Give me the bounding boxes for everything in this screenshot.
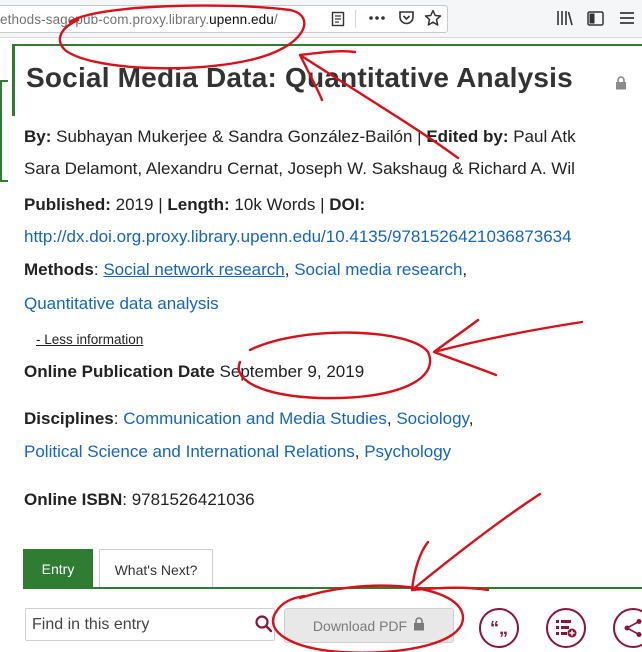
pocket-icon[interactable] (397, 9, 415, 27)
tab-underline (23, 587, 642, 589)
online-pub-value: September 9, 2019 (219, 362, 365, 381)
online-pub-date-row: Online Publication Date September 9, 201… (24, 361, 364, 383)
online-pub-label: Online Publication Date (24, 362, 215, 381)
lock-icon (413, 617, 425, 634)
library-icon[interactable] (556, 9, 574, 27)
tab-whats-next[interactable]: What's Next? (99, 549, 213, 589)
search-icon[interactable] (254, 614, 274, 639)
share-icon (624, 619, 642, 637)
authors: Subhayan Mukerjee & Sandra González-Bail… (56, 127, 413, 146)
editors-line-1: Paul Atk (513, 127, 576, 146)
editors-line-2: Sara Delamont, Alexandru Cernat, Joseph … (24, 159, 575, 178)
add-to-list-button[interactable] (546, 608, 586, 648)
annotation-date-arrow (432, 318, 584, 377)
page-title: Social Media Data: Quantitative Analysis (26, 62, 573, 93)
methods-label: Methods (24, 260, 94, 279)
discipline-link-political-science[interactable]: Political Science and International Rela… (24, 442, 355, 461)
title-side-bracket (0, 80, 8, 182)
tab-entry[interactable]: Entry (23, 549, 93, 589)
info-separator: | (158, 195, 163, 214)
cite-button[interactable]: “„ (479, 608, 519, 648)
published-label: Published: (24, 195, 111, 214)
publication-info: Published: 2019 | Length: 10k Words | DO… (24, 194, 365, 216)
disciplines-label: Disciplines (24, 409, 114, 428)
comma: , (354, 442, 365, 461)
isbn-value: 9781526421036 (131, 490, 255, 509)
discipline-link-sociology[interactable]: Sociology (396, 409, 468, 428)
more-actions-icon[interactable] (368, 9, 386, 27)
byline: By: Subhayan Mukerjee & Sandra González-… (24, 126, 576, 148)
reader-view-icon[interactable] (329, 10, 347, 28)
discipline-link-communication[interactable]: Communication and Media Studies (123, 409, 387, 428)
urlbar-divider (355, 10, 356, 28)
edited-by-label: Edited by: (426, 127, 509, 146)
byline-separator: | (417, 127, 422, 146)
add-to-list-icon (556, 620, 577, 638)
comma: , (468, 409, 474, 428)
isbn-row: Online ISBN: 9781526421036 (24, 489, 255, 511)
browser-toolbar: ethods-sagepub-com.proxy.library.upenn.e… (0, 0, 642, 38)
method-link-social-media[interactable]: Social media research (294, 260, 462, 279)
length-value: 10k Words (234, 195, 316, 214)
find-in-entry-input[interactable] (26, 609, 256, 640)
discipline-link-psychology[interactable]: Psychology (364, 442, 451, 461)
lock-icon (615, 76, 627, 95)
comma: , (284, 260, 295, 279)
by-label: By: (24, 127, 52, 146)
disciplines-row: Disciplines: Communication and Media Stu… (24, 408, 474, 430)
share-button[interactable] (613, 608, 642, 648)
comma: , (462, 260, 468, 279)
comma: , (386, 409, 397, 428)
cite-icon: “„ (490, 617, 508, 638)
doi-label: DOI: (329, 195, 366, 214)
info-separator: | (320, 195, 325, 214)
bookmark-star-icon[interactable] (424, 9, 442, 27)
url-text[interactable]: ethods-sagepub-com.proxy.library.upenn.e… (0, 12, 278, 27)
colon: : (122, 490, 132, 509)
method-link-quantitative[interactable]: Quantitative data analysis (24, 293, 219, 315)
method-link-social-network[interactable]: Social network research (103, 260, 284, 279)
colon: : (113, 409, 124, 428)
isbn-label: Online ISBN (24, 490, 123, 509)
download-pdf-button[interactable]: Download PDF (284, 608, 454, 643)
annotation-download-arrow (410, 492, 542, 592)
menu-icon[interactable] (618, 9, 636, 27)
methods-row: Methods: Social network research, Social… (24, 259, 467, 281)
disciplines-row-2: Political Science and International Rela… (24, 441, 451, 463)
sidebar-icon[interactable] (586, 9, 604, 27)
published-value: 2019 (115, 195, 154, 214)
download-pdf-label: Download PDF (312, 617, 408, 634)
length-label: Length: (167, 195, 230, 214)
find-in-entry-box (25, 608, 275, 641)
less-information-link[interactable]: - Less information (36, 332, 143, 347)
colon: : (93, 260, 104, 279)
doi-link[interactable]: http://dx.doi.org.proxy.library.upenn.ed… (24, 226, 572, 248)
